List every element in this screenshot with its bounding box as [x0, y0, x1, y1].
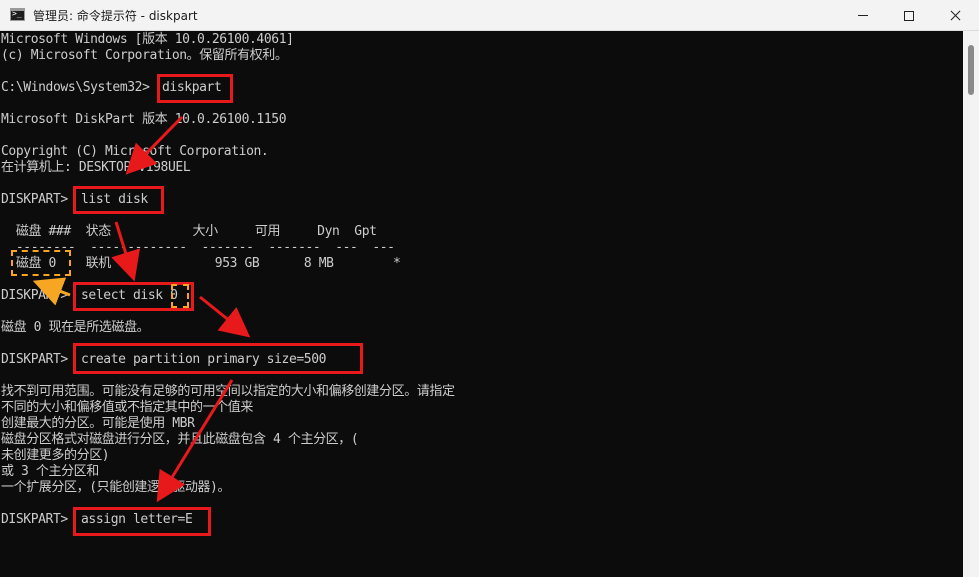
- console-prompt: DISKPART>: [1, 352, 68, 367]
- error-line: 创建最大的分区。可能是使用 MBR: [1, 416, 195, 431]
- error-line: 一个扩展分区，(只能创建逻辑驱动器)。: [1, 480, 231, 495]
- window-title: 管理员: 命令提示符 - diskpart: [33, 9, 198, 23]
- highlight-create-partition: [73, 343, 363, 374]
- console-line: (c) Microsoft Corporation。保留所有权利。: [1, 48, 288, 63]
- highlight-assign-letter: [73, 507, 211, 536]
- close-icon: [950, 10, 961, 21]
- vertical-scrollbar[interactable]: [963, 31, 979, 577]
- console-prompt: DISKPART>: [1, 512, 68, 527]
- title-bar: 管理员: 命令提示符 - diskpart: [0, 0, 979, 31]
- highlight-list-disk: [73, 186, 164, 214]
- error-line: 找不到可用范围。可能没有足够的可用空间以指定的大小和偏移创建分区。请指定: [1, 384, 455, 399]
- console-prompt: DISKPART>: [1, 192, 68, 207]
- console-line: C:\Windows\System32>: [1, 80, 150, 95]
- minimize-button[interactable]: [840, 0, 886, 31]
- console-line: 在计算机上: DESKTOP-V198UEL: [1, 160, 191, 175]
- disk-table-header: 磁盘 ### 状态 大小 可用 Dyn Gpt: [1, 224, 377, 239]
- console-line: Microsoft Windows [版本 10.0.26100.4061]: [1, 32, 294, 47]
- scrollbar-thumb[interactable]: [968, 45, 974, 95]
- minimize-icon: [858, 15, 868, 16]
- highlight-disk-0: [11, 250, 71, 276]
- console-line: 磁盘 0 现在是所选磁盘。: [1, 320, 150, 335]
- cmd-app-icon: [10, 8, 25, 21]
- error-line: 磁盘分区格式对磁盘进行分区，并且此磁盘包含 4 个主分区，(: [1, 432, 359, 447]
- console-line: Microsoft DiskPart 版本 10.0.26100.1150: [1, 112, 287, 127]
- error-line: 未创建更多的分区): [1, 448, 110, 463]
- highlight-diskpart: [157, 74, 233, 103]
- close-button[interactable]: [932, 0, 978, 31]
- console-prompt: DISKPART>: [1, 288, 68, 303]
- error-line: 或 3 个主分区和: [1, 464, 99, 479]
- error-line: 不同的大小和偏移值或不指定其中的一个值来: [1, 400, 254, 415]
- highlight-disk-number: [171, 284, 189, 308]
- maximize-button[interactable]: [886, 0, 932, 31]
- maximize-icon: [904, 10, 914, 21]
- console-line: Copyright (C) Microsoft Corporation.: [1, 144, 269, 159]
